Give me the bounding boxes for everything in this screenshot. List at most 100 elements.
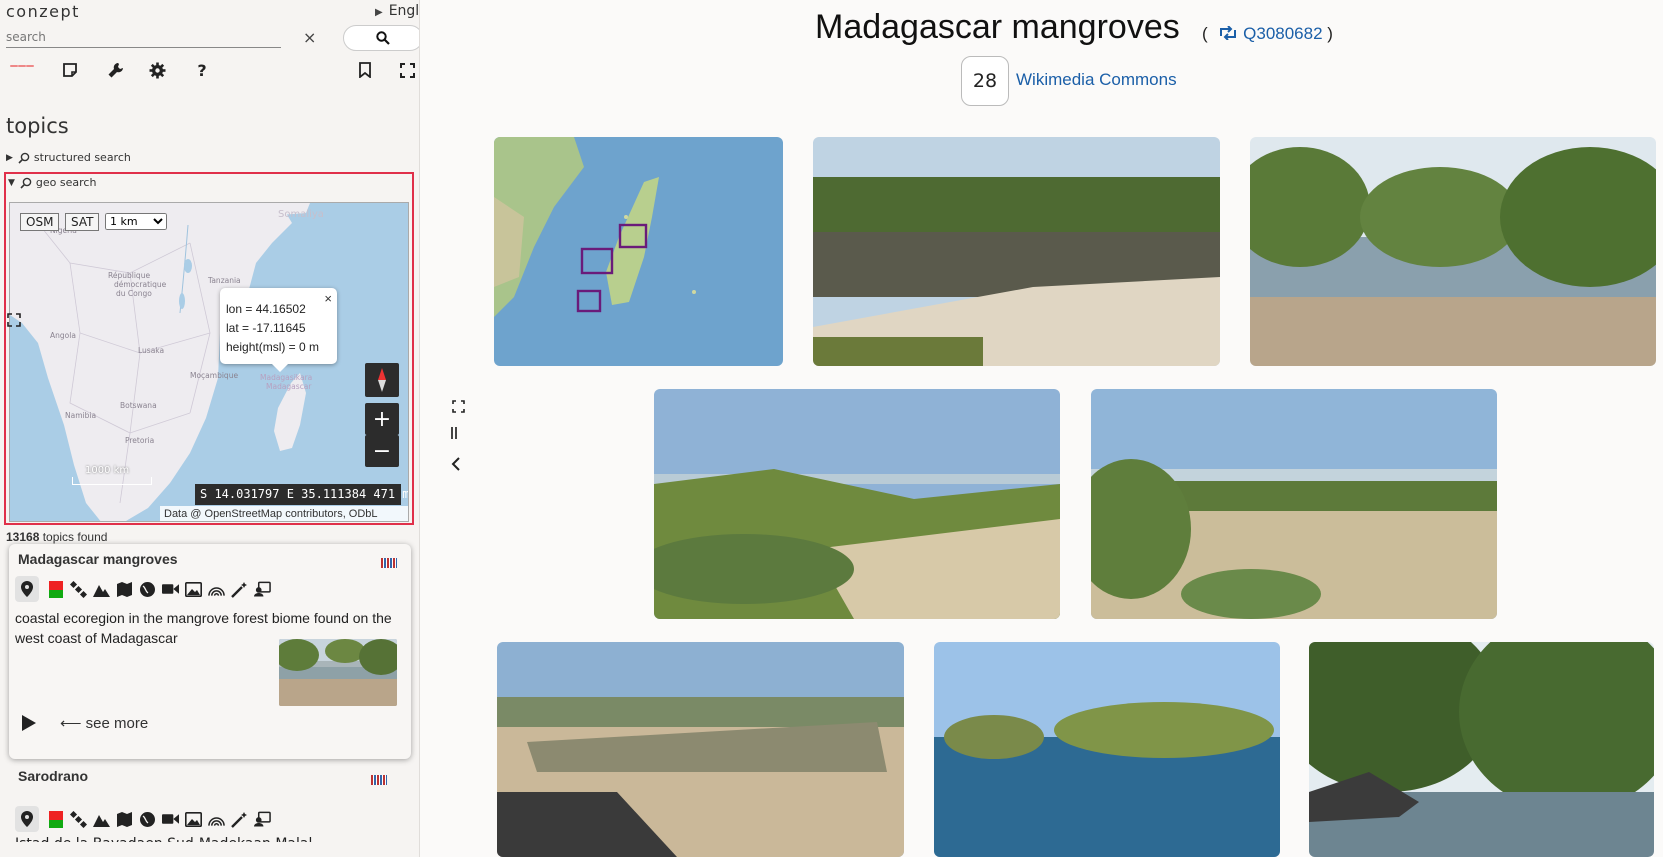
result-description: Istad de la Bayadaen Sud-Madekaan Malal.… <box>15 836 395 842</box>
map-expand-icon[interactable] <box>7 312 21 327</box>
gallery-image[interactable] <box>934 642 1280 857</box>
osm-layer-button[interactable]: OSM <box>20 213 60 231</box>
search-icon <box>376 31 390 45</box>
gallery-image[interactable] <box>1091 389 1497 619</box>
gallery-image[interactable] <box>497 642 904 857</box>
map-attribution[interactable]: Data @ OpenStreetMap contributors, ODbL <box>160 506 408 521</box>
geo-map[interactable]: Nigeria République démocratique du Congo… <box>9 202 409 522</box>
gallery-image[interactable] <box>1250 137 1656 366</box>
presentation-icon[interactable] <box>254 811 271 828</box>
svg-text:Lusaka: Lusaka <box>138 346 164 355</box>
map-marker-icon[interactable] <box>15 576 39 602</box>
search-input[interactable] <box>6 26 281 48</box>
play-button[interactable] <box>21 714 37 736</box>
wikipedia-flag-icon[interactable] <box>47 580 64 598</box>
globe-icon[interactable] <box>139 811 156 828</box>
zoom-out-button[interactable]: − <box>365 435 399 467</box>
wikimedia-commons-link[interactable]: Wikimedia Commons <box>1016 70 1177 90</box>
magic-wand-icon[interactable] <box>231 811 248 828</box>
app-brand[interactable]: conzept <box>6 2 80 21</box>
menu-icon[interactable] <box>10 54 34 78</box>
map-scale-bar <box>72 477 152 485</box>
search-button[interactable] <box>343 25 419 51</box>
zoom-in-button[interactable]: + <box>365 403 399 435</box>
rainbow-icon[interactable] <box>208 581 225 598</box>
result-card[interactable]: Madagascar mangroves coastal ecoregion i… <box>9 544 411 759</box>
search-icon <box>20 177 32 189</box>
results-count-number: 13168 <box>6 530 40 544</box>
map-scale-label: 1000 km <box>85 465 130 476</box>
map-marker-icon[interactable] <box>15 806 39 832</box>
svg-text:du Congo: du Congo <box>116 289 152 298</box>
image-icon[interactable] <box>185 811 202 828</box>
terrain-icon[interactable] <box>93 581 110 598</box>
structured-search-label: structured search <box>33 151 131 164</box>
see-more-link[interactable]: ⟵ see more <box>60 714 148 732</box>
qid-close-paren: ) <box>1327 24 1333 43</box>
wikidata-link-icon[interactable] <box>1218 25 1238 41</box>
caret-right-icon: ▶ <box>6 152 13 163</box>
notes-icon[interactable] <box>58 58 82 82</box>
map-icon[interactable] <box>116 581 133 598</box>
bookmark-icon[interactable] <box>353 58 377 82</box>
wikipedia-flag-icon[interactable] <box>47 810 64 828</box>
result-title[interactable]: Madagascar mangroves <box>18 551 178 567</box>
caret-right-icon: ▶ <box>375 7 383 18</box>
video-icon[interactable] <box>162 811 179 828</box>
result-thumbnail[interactable] <box>279 639 397 706</box>
svg-text:Madagasikara: Madagasikara <box>260 373 312 382</box>
page-title: Madagascar mangroves <box>815 8 1180 46</box>
rainbow-icon[interactable] <box>208 811 225 828</box>
wrench-icon[interactable] <box>103 58 127 82</box>
play-icon <box>22 715 36 731</box>
structured-search-toggle[interactable]: ▶ structured search <box>6 151 131 164</box>
map-icon[interactable] <box>116 811 133 828</box>
coordinate-popup: × lon = 44.16502 lat = -17.11645 height(… <box>220 288 337 372</box>
expand-content-icon[interactable] <box>452 398 465 417</box>
geo-search-label: geo search <box>35 176 97 189</box>
terrain-icon[interactable] <box>93 811 110 828</box>
fullscreen-icon[interactable] <box>395 58 419 82</box>
result-title[interactable]: Sarodrano <box>18 768 88 784</box>
geo-search-panel: ▼ geo search Nigeria République démocrat… <box>4 172 414 525</box>
sidebar: conzept ▶English × ? ▲ ▼ topics ▶ struct… <box>0 0 420 857</box>
svg-text:démocratique: démocratique <box>114 280 167 289</box>
language-selector[interactable]: ▶ English <box>375 3 419 19</box>
gear-icon[interactable] <box>145 58 169 82</box>
gallery-image-map[interactable] <box>494 137 783 366</box>
mouse-coordinates: S 14.031797 E 35.111384 471 m <box>195 484 408 505</box>
topics-heading: topics <box>6 114 69 138</box>
wikidata-barcode-icon[interactable] <box>371 775 387 785</box>
caret-down-icon: ▼ <box>8 177 15 188</box>
gallery-image[interactable] <box>1309 642 1654 857</box>
satellite-icon[interactable] <box>70 580 87 598</box>
magic-wand-icon[interactable] <box>231 581 248 598</box>
resize-handle-icon[interactable] <box>451 427 457 439</box>
popup-lat: lat = -17.11645 <box>226 321 306 335</box>
image-icon[interactable] <box>185 581 202 598</box>
close-icon[interactable]: × <box>324 289 332 308</box>
search-icon <box>18 152 30 164</box>
qid-link[interactable]: Q3080682 <box>1243 24 1322 43</box>
collapse-sidebar-icon[interactable] <box>451 456 460 475</box>
presentation-icon[interactable] <box>254 581 271 598</box>
globe-icon[interactable] <box>139 581 156 598</box>
satellite-icon[interactable] <box>70 810 87 828</box>
svg-text:Tanzania: Tanzania <box>207 276 241 285</box>
video-icon[interactable] <box>162 581 179 598</box>
image-count-badge: 28 <box>961 56 1009 106</box>
gallery-image[interactable] <box>654 389 1060 619</box>
compass-button[interactable] <box>365 363 399 397</box>
clear-search-button[interactable]: × <box>303 28 316 47</box>
toolbar: ? <box>0 58 419 86</box>
wikidata-barcode-icon[interactable] <box>381 558 397 568</box>
popup-lon: lon = 44.16502 <box>226 302 306 316</box>
help-icon[interactable]: ? <box>190 58 214 82</box>
geo-search-toggle[interactable]: ▼ geo search <box>8 176 96 189</box>
svg-text:Namibia: Namibia <box>65 411 96 420</box>
satellite-layer-button[interactable]: SAT <box>65 213 100 231</box>
svg-text:Pretoria: Pretoria <box>125 436 154 445</box>
svg-text:Botswana: Botswana <box>120 401 157 410</box>
gallery-image[interactable] <box>813 137 1220 366</box>
map-scale-select[interactable]: 1 km <box>105 213 167 230</box>
